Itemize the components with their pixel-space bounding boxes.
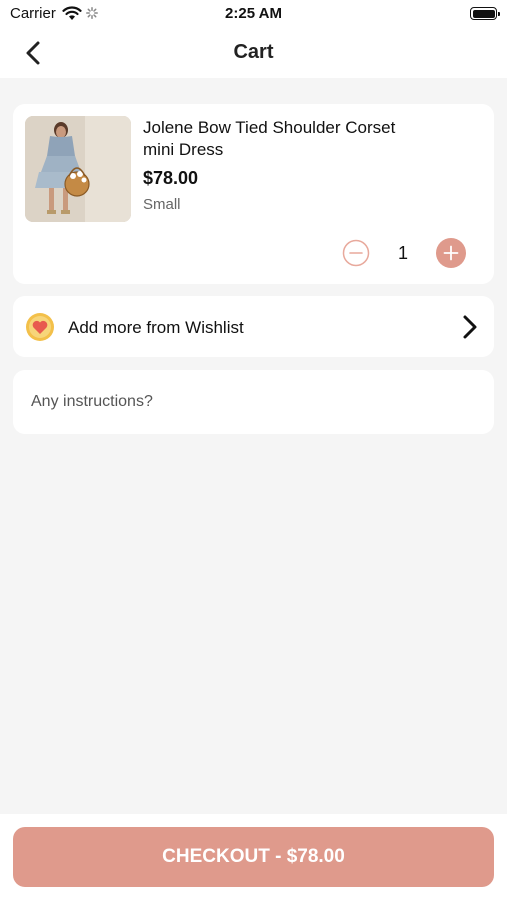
instructions-card xyxy=(13,370,494,434)
instructions-input[interactable] xyxy=(13,370,494,434)
page-title: Cart xyxy=(233,41,274,63)
wishlist-label: Add more from Wishlist xyxy=(68,318,244,337)
add-from-wishlist-row[interactable]: Add more from Wishlist xyxy=(13,296,494,357)
checkout-button[interactable]: CHECKOUT - $78.00 xyxy=(13,827,494,887)
quantity-value: 1 xyxy=(397,243,408,263)
checkout-bar: CHECKOUT - $78.00 xyxy=(0,814,507,900)
status-time: 2:25 AM xyxy=(225,5,282,22)
cart-item-card: Jolene Bow Tied Shoulder Corset mini Dre… xyxy=(13,104,494,284)
chevron-right-icon xyxy=(463,315,477,339)
product-size: Small xyxy=(143,196,181,213)
product-price: $78.00 xyxy=(143,168,199,188)
product-image[interactable] xyxy=(25,116,131,222)
decrease-quantity-button[interactable] xyxy=(342,239,370,267)
heart-icon xyxy=(26,313,54,341)
nav-bar: Cart xyxy=(0,28,507,78)
status-bar: Carrier 2:25 AM xyxy=(0,0,507,28)
product-name[interactable]: Jolene Bow Tied Shoulder Corset mini Dre… xyxy=(143,117,423,161)
increase-quantity-button[interactable] xyxy=(436,238,466,268)
battery-icon xyxy=(470,7,500,20)
